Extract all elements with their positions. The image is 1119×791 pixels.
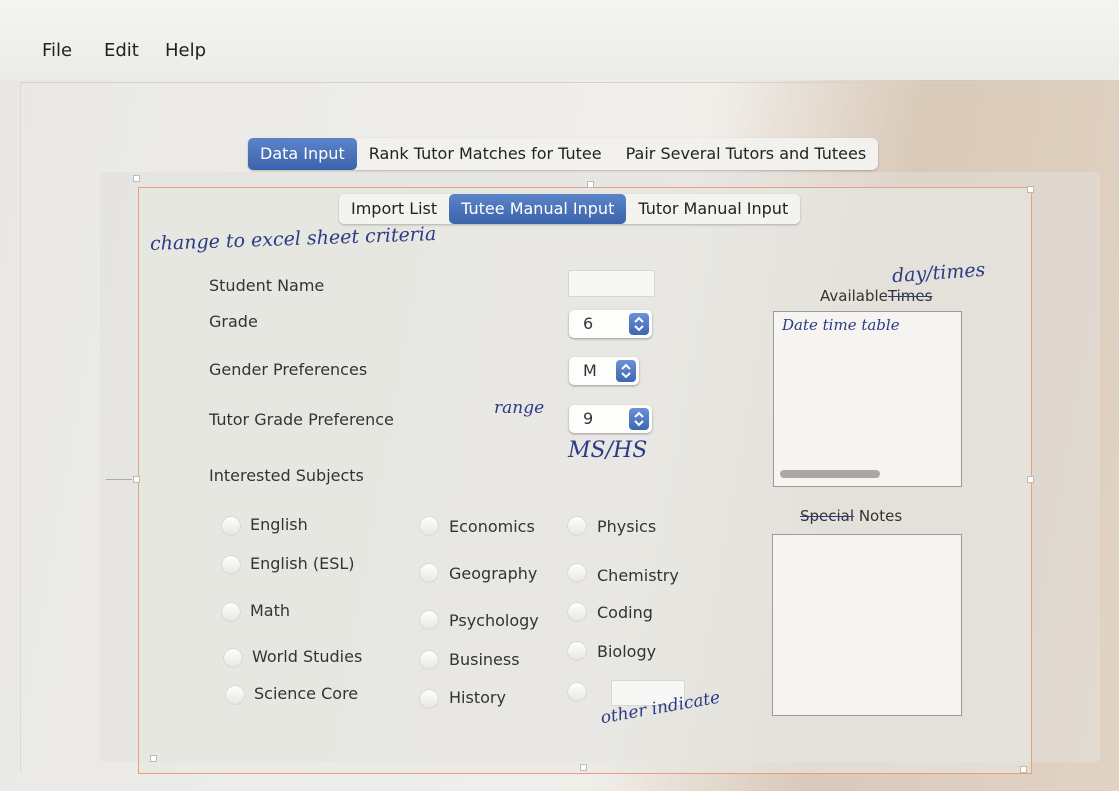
subject-geography-label: Geography bbox=[449, 564, 538, 583]
tutor-grade-select[interactable]: 9 bbox=[569, 405, 652, 433]
subject-english-label: English bbox=[250, 515, 308, 534]
subject-physics-label: Physics bbox=[597, 517, 657, 536]
horizontal-scrollbar[interactable] bbox=[780, 470, 880, 478]
student-name-input[interactable] bbox=[568, 270, 655, 297]
subject-world-studies-label: World Studies bbox=[252, 647, 363, 666]
subject-geography-radio[interactable] bbox=[420, 564, 438, 582]
menu-edit[interactable]: Edit bbox=[104, 40, 139, 61]
resize-handle[interactable] bbox=[1020, 766, 1027, 773]
grade-value: 6 bbox=[583, 314, 594, 333]
anchor-line bbox=[106, 479, 132, 480]
subject-math-radio[interactable] bbox=[222, 603, 240, 621]
resize-handle[interactable] bbox=[133, 175, 140, 182]
subject-english-esl-label: English (ESL) bbox=[250, 554, 355, 573]
special-notes-label: Special Notes bbox=[800, 507, 902, 525]
tutor-grade-preference-label: Tutor Grade Preference bbox=[209, 410, 394, 429]
subject-chemistry-radio[interactable] bbox=[568, 564, 586, 582]
subject-psychology-radio[interactable] bbox=[420, 611, 438, 629]
subject-economics-radio[interactable] bbox=[420, 517, 438, 535]
subject-biology-radio[interactable] bbox=[568, 642, 586, 660]
subject-history-radio[interactable] bbox=[420, 690, 438, 708]
subject-coding-radio[interactable] bbox=[568, 603, 586, 621]
tab-import-list[interactable]: Import List bbox=[339, 194, 449, 224]
subject-business-label: Business bbox=[449, 650, 520, 669]
subject-business-radio[interactable] bbox=[420, 651, 438, 669]
menu-file[interactable]: File bbox=[42, 40, 72, 61]
notes-label-struck: Special bbox=[800, 507, 855, 525]
menu-bar: File Edit Help bbox=[0, 0, 1119, 80]
grade-select[interactable]: 6 bbox=[569, 310, 652, 338]
stepper-arrows-icon bbox=[629, 313, 649, 335]
tab-tutee-manual-input[interactable]: Tutee Manual Input bbox=[449, 194, 627, 224]
resize-handle[interactable] bbox=[580, 764, 587, 771]
subject-other-radio[interactable] bbox=[568, 683, 586, 701]
resize-handle[interactable] bbox=[133, 476, 140, 483]
subject-history-label: History bbox=[449, 688, 506, 707]
subject-physics-radio[interactable] bbox=[568, 517, 586, 535]
stepper-arrows-icon bbox=[616, 360, 636, 382]
stepper-arrows-icon bbox=[629, 408, 649, 430]
subject-english-esl-radio[interactable] bbox=[222, 556, 240, 574]
notes-label-suffix: Notes bbox=[858, 507, 903, 525]
notes-textarea[interactable] bbox=[772, 534, 962, 716]
tab-rank-tutor-matches[interactable]: Rank Tutor Matches for Tutee bbox=[357, 138, 614, 170]
gender-select[interactable]: M bbox=[569, 357, 639, 385]
tab-data-input[interactable]: Data Input bbox=[248, 138, 357, 170]
handwritten-date-time-table: Date time table bbox=[782, 316, 900, 334]
main-tab-bar: Data Input Rank Tutor Matches for Tutee … bbox=[248, 138, 879, 170]
available-label-struck: Times bbox=[887, 287, 933, 305]
subject-chemistry-label: Chemistry bbox=[597, 566, 679, 585]
available-times-textarea[interactable] bbox=[773, 311, 962, 487]
resize-handle[interactable] bbox=[1027, 186, 1034, 193]
subject-english-radio[interactable] bbox=[222, 517, 240, 535]
student-name-label: Student Name bbox=[209, 276, 325, 295]
subject-coding-label: Coding bbox=[597, 603, 653, 622]
subject-economics-label: Economics bbox=[449, 517, 535, 536]
grade-label: Grade bbox=[209, 312, 258, 331]
resize-handle[interactable] bbox=[150, 755, 157, 762]
tab-tutor-manual-input[interactable]: Tutor Manual Input bbox=[626, 194, 800, 224]
subject-psychology-label: Psychology bbox=[449, 611, 539, 630]
interested-subjects-label: Interested Subjects bbox=[209, 466, 364, 485]
available-times-label: AvailableTimes bbox=[820, 287, 932, 305]
available-label-prefix: Available bbox=[820, 287, 888, 305]
resize-handle[interactable] bbox=[1027, 476, 1034, 483]
subject-science-core-label: Science Core bbox=[254, 684, 359, 703]
handwritten-range: range bbox=[494, 398, 545, 418]
tab-pair-tutors-tutees[interactable]: Pair Several Tutors and Tutees bbox=[614, 138, 879, 170]
subject-science-core-radio[interactable] bbox=[226, 686, 244, 704]
subject-biology-label: Biology bbox=[597, 642, 657, 661]
gender-preferences-label: Gender Preferences bbox=[209, 360, 368, 379]
gender-value: M bbox=[583, 361, 597, 380]
subject-math-label: Math bbox=[250, 601, 291, 620]
subject-world-studies-radio[interactable] bbox=[224, 649, 242, 667]
resize-handle[interactable] bbox=[587, 181, 594, 188]
handwritten-ms-hs: MS/HS bbox=[568, 438, 648, 463]
menu-help[interactable]: Help bbox=[165, 40, 206, 61]
tutor-grade-value: 9 bbox=[583, 409, 594, 428]
sub-tab-bar: Import List Tutee Manual Input Tutor Man… bbox=[339, 194, 801, 224]
